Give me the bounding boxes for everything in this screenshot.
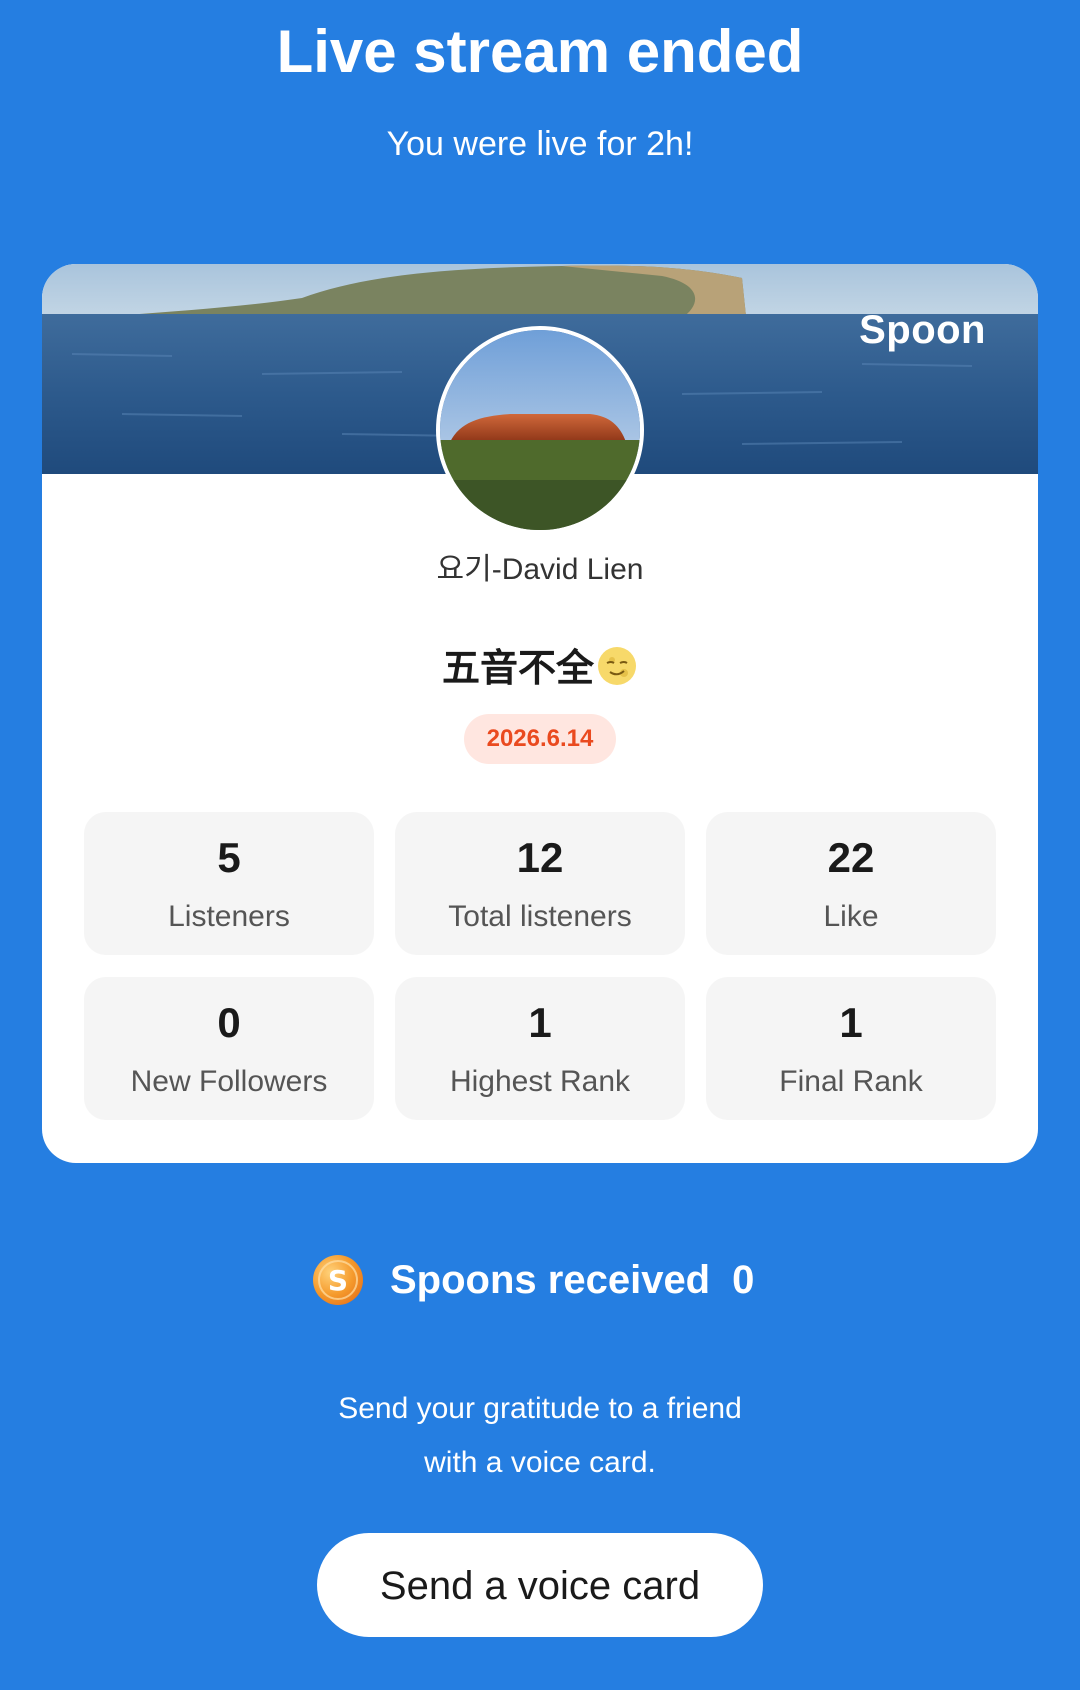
gratitude-line-1: Send your gratitude to a friend: [338, 1392, 742, 1425]
stream-title: 五音不全: [42, 644, 1038, 694]
stat-label: Listeners: [168, 900, 290, 933]
host-name: 요기-David Lien: [436, 553, 644, 586]
stream-date-badge: 2026.6.14: [464, 714, 616, 764]
stat-value: 22: [827, 834, 875, 881]
stat-label: Total listeners: [448, 900, 632, 933]
spoons-received-label: Spoons received: [390, 1257, 711, 1302]
gratitude-message: Send your gratitude to a friend with a v…: [0, 1382, 1080, 1490]
stat-total-listeners: 12 Total listeners: [395, 812, 685, 955]
stat-final-rank: 1 Final Rank: [706, 977, 996, 1120]
live-duration-text: You were live for 2h!: [386, 125, 694, 163]
stat-value: 12: [516, 834, 564, 881]
page-title: Live stream ended: [276, 18, 804, 85]
stream-title-text: 五音不全: [441, 648, 594, 690]
stat-value: 1: [839, 999, 863, 1046]
stat-listeners: 5 Listeners: [84, 812, 374, 955]
stat-label: Like: [823, 900, 879, 933]
stat-like: 22 Like: [706, 812, 996, 955]
spoons-received-row: S Spoons received 0: [312, 1252, 754, 1308]
host-avatar[interactable]: [436, 326, 644, 534]
svg-text:S: S: [328, 1264, 348, 1297]
send-voice-card-button[interactable]: Send a voice card: [317, 1533, 763, 1637]
stream-summary-card: Spoon 요기-David Lien 五音不全 2026.6.14 5 Lis…: [42, 264, 1038, 1163]
stat-new-followers: 0 New Followers: [84, 977, 374, 1120]
stat-label: Highest Rank: [449, 1065, 631, 1098]
avatar-photo: [440, 330, 640, 530]
stat-value: 0: [217, 999, 241, 1046]
spoons-received-count: 0: [732, 1257, 755, 1302]
stat-highest-rank: 1 Highest Rank: [395, 977, 685, 1120]
stat-value: 5: [217, 834, 241, 881]
stat-value: 1: [528, 999, 552, 1046]
stat-label: New Followers: [130, 1065, 328, 1098]
stat-label: Final Rank: [779, 1065, 923, 1098]
smirking-moon-face-icon: [598, 647, 636, 685]
gratitude-line-2: with a voice card.: [424, 1446, 656, 1479]
spoon-coin-icon: S: [313, 1255, 363, 1305]
stream-stats-grid: 5 Listeners 12 Total listeners 22 Like 0…: [84, 812, 996, 1120]
spoon-logo: Spoon: [859, 308, 986, 352]
